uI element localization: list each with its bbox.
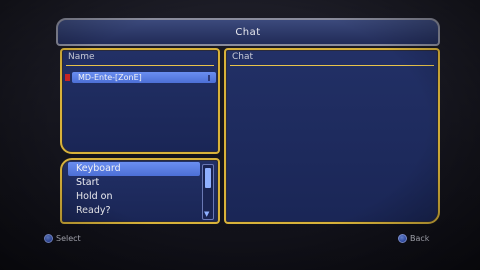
back-button-hint[interactable]: Back [398, 233, 429, 245]
scroll-thumb[interactable] [205, 168, 211, 188]
player-name: MD-Ente-[ZonE] [78, 73, 142, 82]
scroll-down-arrow-icon[interactable]: ▼ [204, 211, 209, 218]
window-title-bar: Chat [56, 18, 440, 46]
name-panel: Name MD-Ente-[ZonE] [60, 48, 220, 154]
chat-header-divider [230, 65, 434, 66]
circle-button-icon [44, 234, 53, 243]
chat-panel-header: Chat [232, 52, 254, 62]
chat-options-menu: Keyboard Start Hold on Ready? ▼ [60, 158, 220, 224]
name-header-divider [66, 65, 214, 66]
back-label: Back [410, 234, 430, 243]
menu-list: Keyboard Start Hold on Ready? [62, 162, 200, 218]
name-panel-header: Name [68, 52, 95, 62]
menu-item-start[interactable]: Start [68, 176, 198, 190]
menu-item-ready[interactable]: Ready? [68, 204, 198, 218]
row-cursor-icon [208, 75, 210, 81]
select-label: Select [56, 234, 81, 243]
circle-button-icon [398, 234, 407, 243]
game-screen: Chat Name MD-Ente-[ZonE] Chat Keyboard S… [0, 0, 480, 270]
menu-scrollbar[interactable]: ▼ [202, 164, 214, 220]
player-list-item[interactable]: MD-Ente-[ZonE] [65, 72, 216, 83]
player-status-marker-icon [65, 74, 70, 81]
select-button-hint[interactable]: Select [44, 233, 81, 245]
menu-item-hold-on[interactable]: Hold on [68, 190, 198, 204]
window-title: Chat [235, 27, 261, 38]
menu-item-keyboard[interactable]: Keyboard [68, 162, 200, 176]
chat-panel: Chat [224, 48, 440, 224]
